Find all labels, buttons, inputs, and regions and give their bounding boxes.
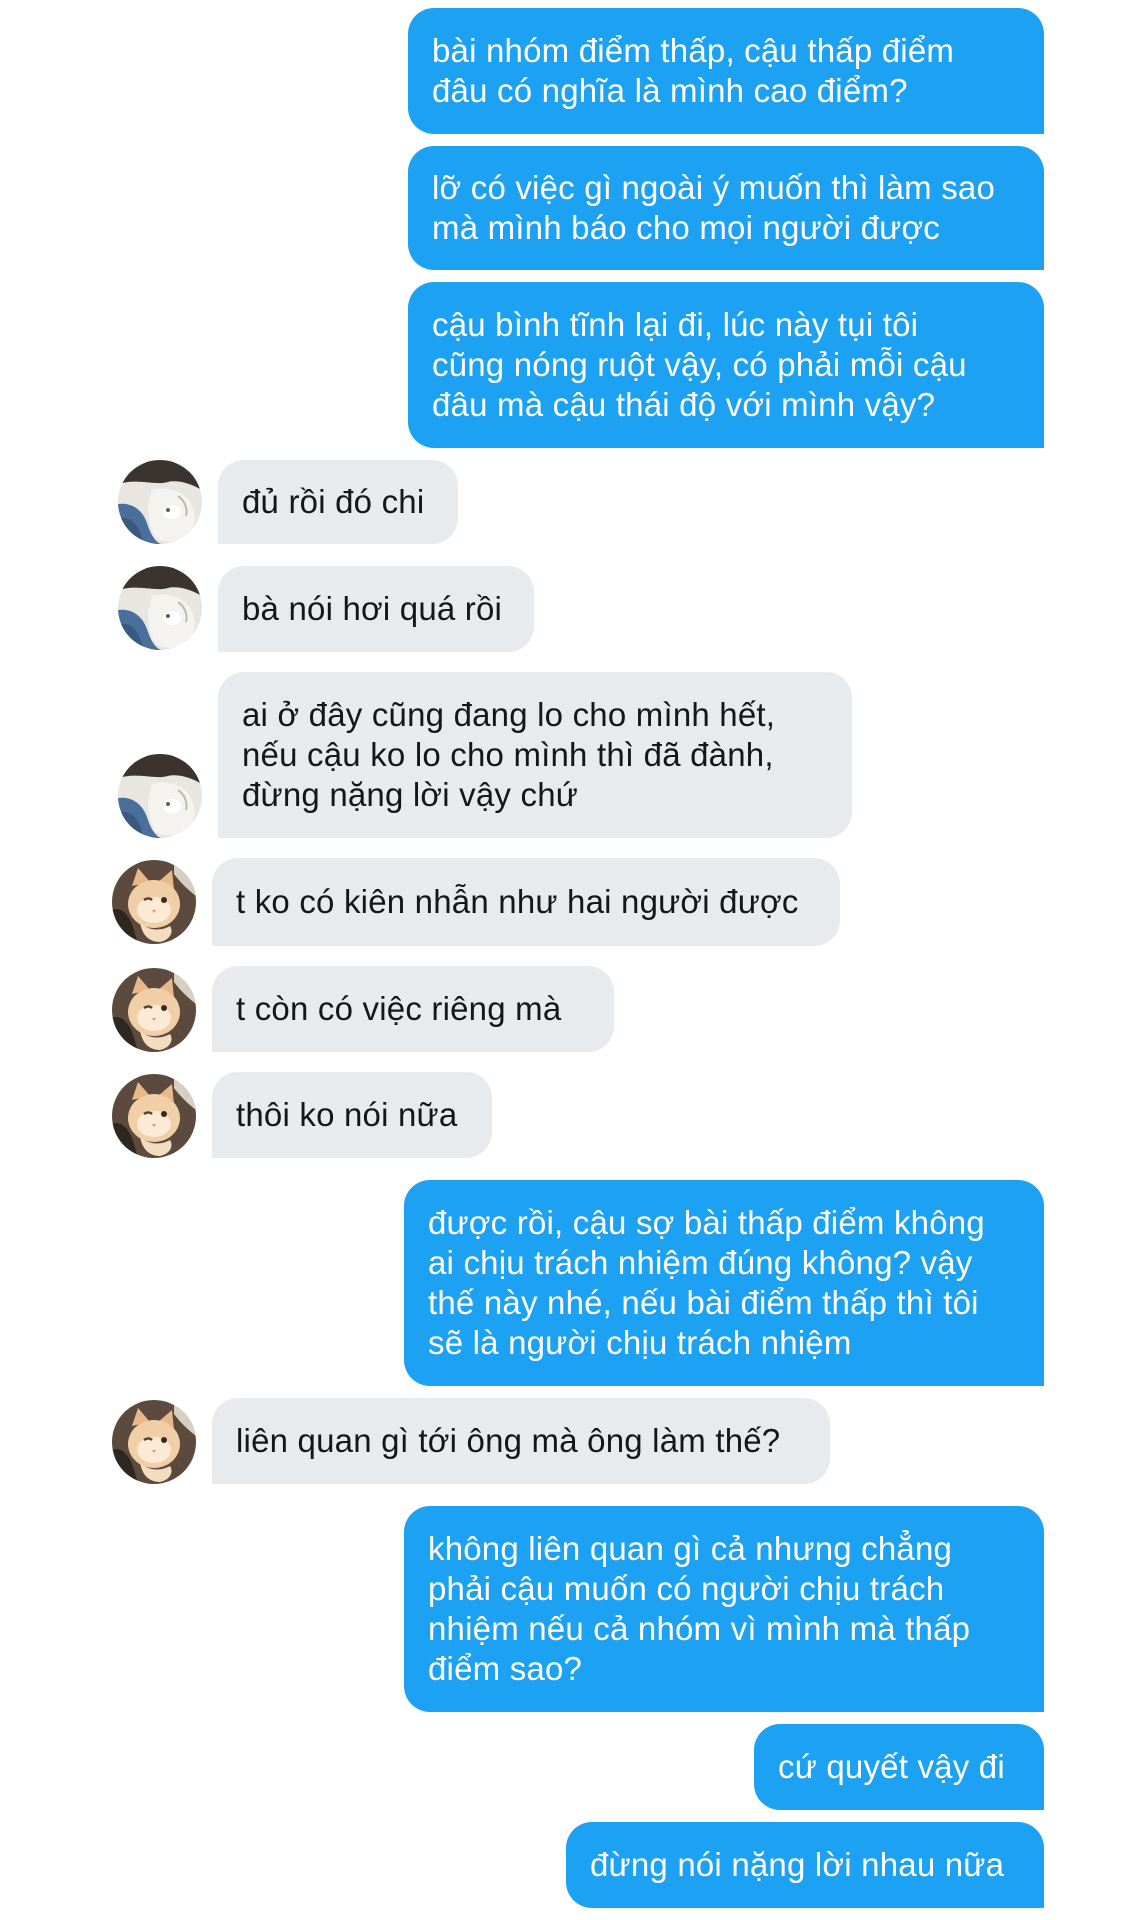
message-bubble-outgoing[interactable]: bài nhóm điểm thấp, cậu thấp điểm đâu có… (408, 8, 1044, 134)
message-bubble-outgoing[interactable]: lỡ có việc gì ngoài ý muốn thì làm sao m… (408, 146, 1044, 270)
message-bubble-outgoing[interactable]: cứ quyết vậy đi (754, 1724, 1044, 1810)
message-bubble-incoming[interactable]: ai ở đây cũng đang lo cho mình hết, nếu … (218, 672, 852, 838)
message-bubble-incoming[interactable]: đủ rồi đó chi (218, 460, 458, 544)
message-bubble-outgoing[interactable]: được rồi, cậu sợ bài thấp điểm không ai … (404, 1180, 1044, 1386)
message-bubble-incoming[interactable]: t còn có việc riêng mà (212, 966, 614, 1052)
message-bubble-incoming[interactable]: liên quan gì tới ông mà ông làm thế? (212, 1398, 830, 1484)
message-bubble-incoming[interactable]: thôi ko nói nữa (212, 1072, 492, 1158)
message-bubble-outgoing[interactable]: không liên quan gì cả nhưng chẳng phải c… (404, 1506, 1044, 1712)
chat-thread[interactable]: bài nhóm điểm thấp, cậu thấp điểm đâu có… (0, 0, 1148, 1920)
person-avatar[interactable] (118, 754, 202, 838)
message-bubble-outgoing[interactable]: đừng nói nặng lời nhau nữa (566, 1822, 1044, 1908)
person-avatar[interactable] (118, 460, 202, 544)
message-bubble-outgoing[interactable]: cậu bình tĩnh lại đi, lúc này tụi tôi cũ… (408, 282, 1044, 448)
message-bubble-incoming[interactable]: t ko có kiên nhẫn như hai người được (212, 858, 840, 946)
cat-avatar[interactable] (112, 1074, 196, 1158)
person-avatar[interactable] (118, 566, 202, 650)
cat-avatar[interactable] (112, 968, 196, 1052)
message-bubble-incoming[interactable]: bà nói hơi quá rồi (218, 566, 534, 652)
cat-avatar[interactable] (112, 860, 196, 944)
cat-avatar[interactable] (112, 1400, 196, 1484)
